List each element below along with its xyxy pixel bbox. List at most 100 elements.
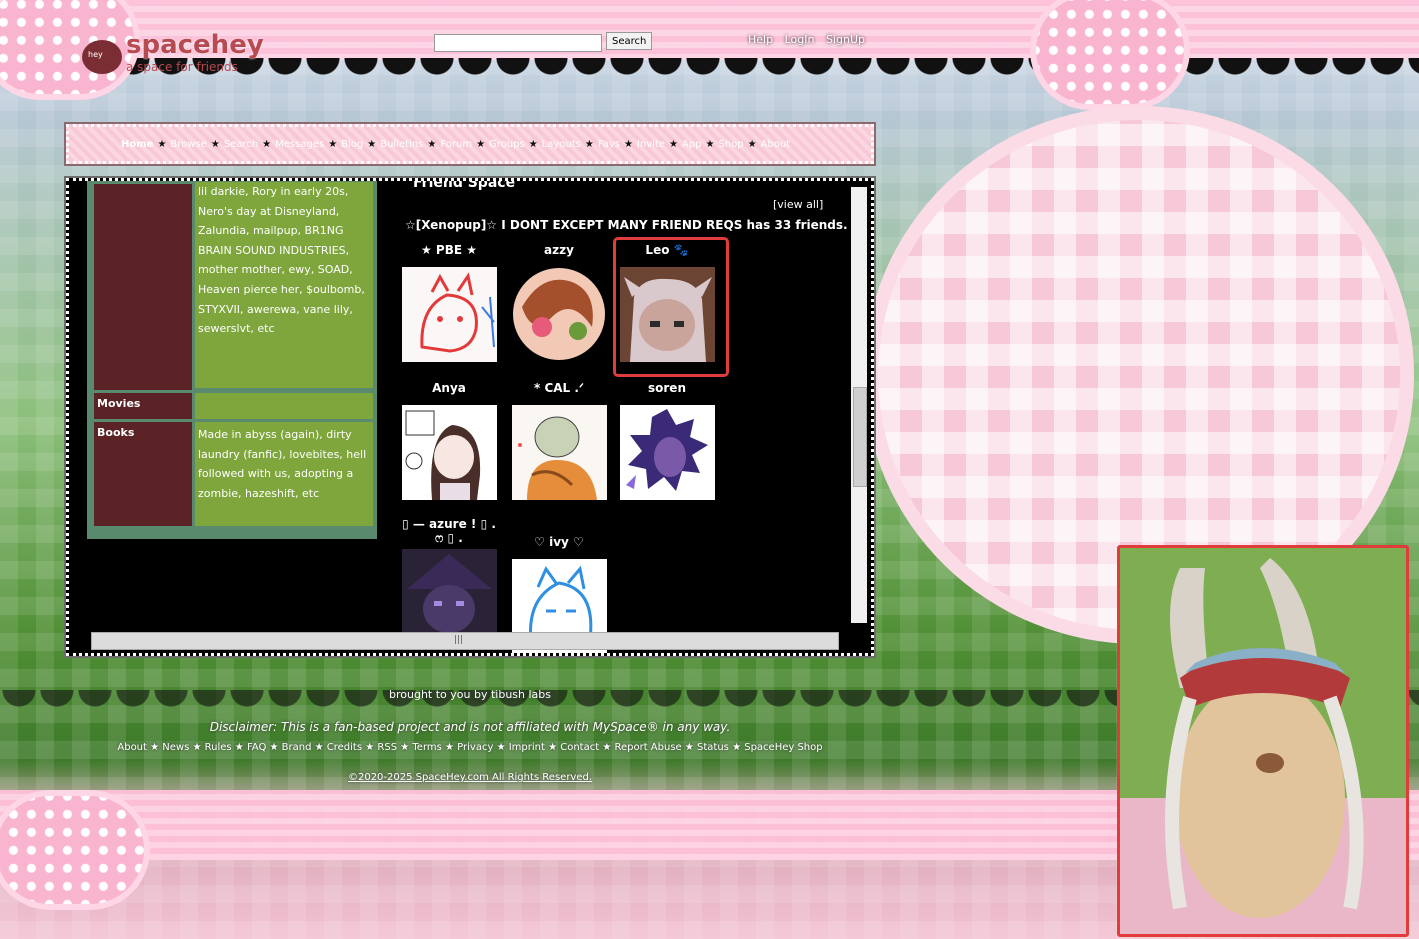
nav-item-favs[interactable]: Favs xyxy=(598,139,620,150)
footer-copyright: ©2020-2025 SpaceHey.com All Rights Reser… xyxy=(347,772,593,783)
nav-item-app[interactable]: App xyxy=(682,139,702,150)
nav-item-home[interactable]: Home xyxy=(121,139,153,150)
search-input[interactable] xyxy=(434,34,602,52)
nav-item-invite[interactable]: Invite xyxy=(637,139,665,150)
friend-name: * CAL .ᐟ xyxy=(533,381,585,395)
footer-link-privacy[interactable]: Privacy xyxy=(457,742,493,753)
footer-link-rss[interactable]: RSS xyxy=(377,742,397,753)
footer-link-rules[interactable]: Rules xyxy=(205,742,232,753)
footer-separator: ★ xyxy=(189,742,205,753)
nav-separator: ★ xyxy=(747,139,757,150)
nav-separator: ★ xyxy=(584,139,594,150)
horizontal-scrollbar[interactable]: ||| xyxy=(91,632,839,650)
friend-space: Friend Space [view all] ☆[Xenopup]☆ I DO… xyxy=(399,178,849,653)
friend-count: ☆[Xenopup]☆ I DONT EXCEPT MANY FRIEND RE… xyxy=(405,218,848,232)
logo-mark: hey xyxy=(82,40,122,74)
friend-name: ▯ — azure ! ▯ . ෆ ▯ . xyxy=(402,517,496,545)
footer-separator: ★ xyxy=(441,742,458,753)
logo-name: spacehey xyxy=(126,30,264,60)
nav-separator: ★ xyxy=(427,139,437,150)
highlight-box-plush xyxy=(1117,545,1409,937)
nav-separator: ★ xyxy=(623,139,633,150)
friend-avatar[interactable] xyxy=(511,267,607,362)
bow-decoration xyxy=(1030,0,1190,110)
highlight-box xyxy=(613,237,729,377)
friend-space-heading: Friend Space xyxy=(413,178,516,191)
friend-card[interactable]: ▯ — azure ! ▯ . ෆ ▯ . xyxy=(399,517,499,648)
interest-label-books: Books xyxy=(94,422,192,526)
logo-tagline: a space for friends xyxy=(126,60,238,74)
friend-card[interactable]: * CAL .ᐟ xyxy=(509,379,609,504)
nav-item-browse[interactable]: Browse xyxy=(170,139,206,150)
top-links: Help LogIn SignUp xyxy=(748,33,873,46)
friend-avatar[interactable] xyxy=(619,405,715,500)
friend-avatar[interactable] xyxy=(401,405,497,500)
footer-link-faq[interactable]: FAQ xyxy=(247,742,266,753)
nav-separator: ★ xyxy=(262,139,272,150)
footer-link-brand[interactable]: Brand xyxy=(282,742,312,753)
footer-link-about[interactable]: About xyxy=(117,742,147,753)
footer-link-news[interactable]: News xyxy=(162,742,189,753)
footer-separator: ★ xyxy=(599,742,615,753)
nav-item-blog[interactable]: Blog xyxy=(341,139,363,150)
friend-avatar[interactable] xyxy=(511,405,607,500)
signup-link[interactable]: SignUp xyxy=(826,33,865,46)
friend-avatar[interactable] xyxy=(401,267,497,362)
interests-table: lil darkie, Rory in early 20s, Nero's da… xyxy=(91,181,376,529)
login-link[interactable]: LogIn xyxy=(785,33,815,46)
footer-link-contact[interactable]: Contact xyxy=(560,742,599,753)
friend-name: ♡ ivy ♡ xyxy=(534,535,584,549)
nav-item-shop[interactable]: Shop xyxy=(718,139,743,150)
footer-link-terms[interactable]: Terms xyxy=(412,742,441,753)
nav-item-forum[interactable]: Forum xyxy=(440,139,472,150)
interest-movies-value xyxy=(195,393,373,419)
interests-panel: lil darkie, Rory in early 20s, Nero's da… xyxy=(87,181,377,539)
footer-link-imprint[interactable]: Imprint xyxy=(509,742,545,753)
help-link[interactable]: Help xyxy=(748,33,773,46)
footer-separator: ★ xyxy=(311,742,327,753)
scrollbar-grip-icon: ||| xyxy=(454,635,464,645)
friend-avatar[interactable] xyxy=(401,549,497,644)
friend-name: azzy xyxy=(544,243,574,257)
view-all-friends-link[interactable]: [view all] xyxy=(773,198,823,211)
footer-separator: ★ xyxy=(397,742,413,753)
main-nav: Home ★ Browse ★ Search ★ Messages ★ Blog ★ Bulleti… xyxy=(64,122,876,166)
footer-separator: ★ xyxy=(362,742,378,753)
profile-content-frame[interactable]: lil darkie, Rory in early 20s, Nero's da… xyxy=(64,176,876,658)
friend-card[interactable]: azzy xyxy=(509,241,609,366)
footer-link-spacehey-shop[interactable]: SpaceHey Shop xyxy=(744,742,822,753)
footer-separator: ★ xyxy=(544,742,561,753)
footer-link-report-abuse[interactable]: Report Abuse xyxy=(614,742,681,753)
footer-link-credits[interactable]: Credits xyxy=(327,742,362,753)
friend-card[interactable]: ★ PBE ★ xyxy=(399,241,499,366)
nav-item-messages[interactable]: Messages xyxy=(275,139,324,150)
friend-card[interactable]: Anya xyxy=(399,379,499,504)
nav-item-bulletins[interactable]: Bulletins xyxy=(380,139,423,150)
scrollbar-thumb[interactable] xyxy=(853,387,867,487)
footer-link-status[interactable]: Status xyxy=(697,742,729,753)
interest-label xyxy=(94,184,192,390)
nav-separator: ★ xyxy=(210,139,220,150)
vertical-scrollbar[interactable] xyxy=(851,187,867,623)
footer-separator: ★ xyxy=(728,742,745,753)
plush-photo xyxy=(1120,548,1406,934)
nav-separator: ★ xyxy=(367,139,377,150)
nav-separator: ★ xyxy=(705,139,715,150)
nav-item-about[interactable]: About xyxy=(761,139,791,150)
nav-item-groups[interactable]: Groups xyxy=(489,139,525,150)
nav-separator: ★ xyxy=(528,139,538,150)
footer-separator: ★ xyxy=(146,742,163,753)
nav-item-layouts[interactable]: Layouts xyxy=(542,139,581,150)
footer-separator: ★ xyxy=(266,742,282,753)
friend-card[interactable]: soren xyxy=(617,379,717,504)
footer-separator: ★ xyxy=(493,742,509,753)
nav-separator: ★ xyxy=(157,139,167,150)
search-button[interactable]: Search xyxy=(606,32,653,50)
footer-credit: brought to you by tibush labs xyxy=(389,688,551,701)
nav-separator: ★ xyxy=(668,139,678,150)
friend-name: soren xyxy=(648,381,686,395)
interest-music-value: lil darkie, Rory in early 20s, Nero's da… xyxy=(195,182,373,388)
interest-books-value: Made in abyss (again), dirty laundry (fa… xyxy=(195,422,373,526)
nav-item-search[interactable]: Search xyxy=(224,139,258,150)
footer-disclaimer: Disclaimer: This is a fan-based project … xyxy=(209,720,731,734)
